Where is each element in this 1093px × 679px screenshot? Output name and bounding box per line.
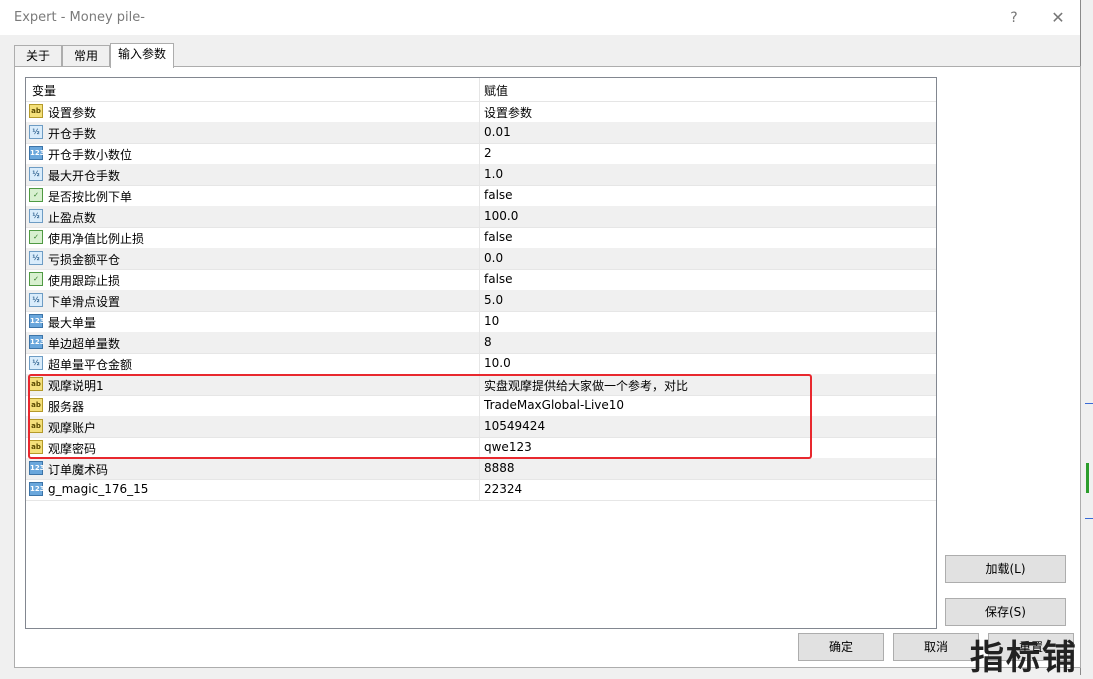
num-type-icon: 123 [29,146,45,160]
variable-name: 设置参数 [48,106,97,120]
table-row[interactable]: 123 订单魔术码 8888 [26,458,936,480]
variable-value[interactable]: false [484,188,513,202]
variable-name: 开仓手数 [48,127,97,141]
half-type-icon: ½ [29,167,43,181]
bool-type-icon: ✓ [29,230,43,244]
ab-type-icon: ab [29,104,43,118]
variable-value[interactable]: 0.01 [484,125,511,139]
variable-value[interactable]: 8 [484,335,492,349]
expert-dialog: Expert - Money pile- ? ✕ 关于 常用 输入参数 变量 赋… [0,0,1081,675]
variable-value[interactable]: 1.0 [484,167,503,181]
table-row[interactable]: ✓ 使用净值比例止损 false [26,227,936,249]
save-button[interactable]: 保存(S) [945,598,1066,626]
variable-value[interactable]: 5.0 [484,293,503,307]
parameters-grid[interactable]: 变量 赋值 ab 设置参数 设置参数 ½ 开仓手数 0.01 123 开仓手数小数位 2 ½ 最大开… [25,77,937,629]
table-row[interactable]: 123 g_magic_176_15 22324 [26,479,936,501]
table-row[interactable]: ✓ 使用跟踪止损 false [26,269,936,291]
half-type-icon: ½ [29,125,43,139]
highlight-box [28,374,812,459]
variable-name: 订单魔术码 [48,463,109,477]
tab-inputs[interactable]: 输入参数 [110,43,174,68]
variable-name: 开仓手数小数位 [48,148,133,162]
load-button[interactable]: 加载(L) [945,555,1066,583]
variable-value[interactable]: 10.0 [484,356,511,370]
ok-button[interactable]: 确定 [798,633,884,661]
variable-name: g_magic_176_15 [48,482,149,496]
variable-value[interactable]: 设置参数 [484,104,532,121]
variable-value[interactable]: 2 [484,146,492,160]
tab-about[interactable]: 关于 [14,45,62,67]
table-row[interactable]: ½ 开仓手数 0.01 [26,122,936,144]
column-header-value[interactable]: 赋值 [484,82,508,99]
variable-name: 亏损金额平仓 [48,253,121,267]
bool-type-icon: ✓ [29,188,43,202]
table-row[interactable]: 123 单边超单量数 8 [26,332,936,354]
window-title: Expert - Money pile- [14,10,145,25]
background-chart-mark [1085,403,1093,404]
variable-name: 下单滑点设置 [48,295,121,309]
table-row[interactable]: ½ 最大开仓手数 1.0 [26,164,936,186]
variable-value[interactable]: 22324 [484,482,522,496]
variable-name: 使用跟踪止损 [48,274,121,288]
grid-header: 变量 赋值 [26,78,936,102]
variable-value[interactable]: false [484,230,513,244]
bool-type-icon: ✓ [29,272,43,286]
watermark: 指标铺 [970,638,1078,678]
variable-value[interactable]: 10 [484,314,499,328]
half-type-icon: ½ [29,251,43,265]
table-row[interactable]: ½ 超单量平仓金额 10.0 [26,353,936,375]
variable-name: 止盈点数 [48,211,97,225]
close-icon[interactable]: ✕ [1048,8,1068,28]
help-icon[interactable]: ? [1004,8,1024,28]
variable-value[interactable]: 0.0 [484,251,503,265]
background-chart-mark [1085,518,1093,519]
num-type-icon: 123 [29,335,45,349]
table-row[interactable]: ½ 下单滑点设置 5.0 [26,290,936,312]
variable-name: 超单量平仓金额 [48,358,133,372]
title-bar: Expert - Money pile- ? ✕ [0,0,1080,35]
variable-name: 是否按比例下单 [48,190,133,204]
table-row[interactable]: ab 设置参数 设置参数 [26,101,936,123]
tab-common[interactable]: 常用 [62,45,110,67]
num-type-icon: 123 [29,461,45,475]
variable-name: 最大单量 [48,316,97,330]
variable-name: 单边超单量数 [48,337,121,351]
table-row[interactable]: 123 开仓手数小数位 2 [26,143,936,165]
half-type-icon: ½ [29,209,43,223]
table-row[interactable]: ½ 亏损金额平仓 0.0 [26,248,936,270]
background-chart-mark [1086,463,1089,493]
half-type-icon: ½ [29,293,43,307]
variable-value[interactable]: false [484,272,513,286]
num-type-icon: 123 [29,314,45,328]
variable-name: 使用净值比例止损 [48,232,145,246]
table-row[interactable]: ✓ 是否按比例下单 false [26,185,936,207]
num-type-icon: 123 [29,482,45,496]
table-row[interactable]: ½ 止盈点数 100.0 [26,206,936,228]
half-type-icon: ½ [29,356,43,370]
cancel-button[interactable]: 取消 [893,633,979,661]
column-header-variable[interactable]: 变量 [32,82,56,99]
variable-value[interactable]: 100.0 [484,209,518,223]
variable-value[interactable]: 8888 [484,461,515,475]
table-row[interactable]: 123 最大单量 10 [26,311,936,333]
variable-name: 最大开仓手数 [48,169,121,183]
